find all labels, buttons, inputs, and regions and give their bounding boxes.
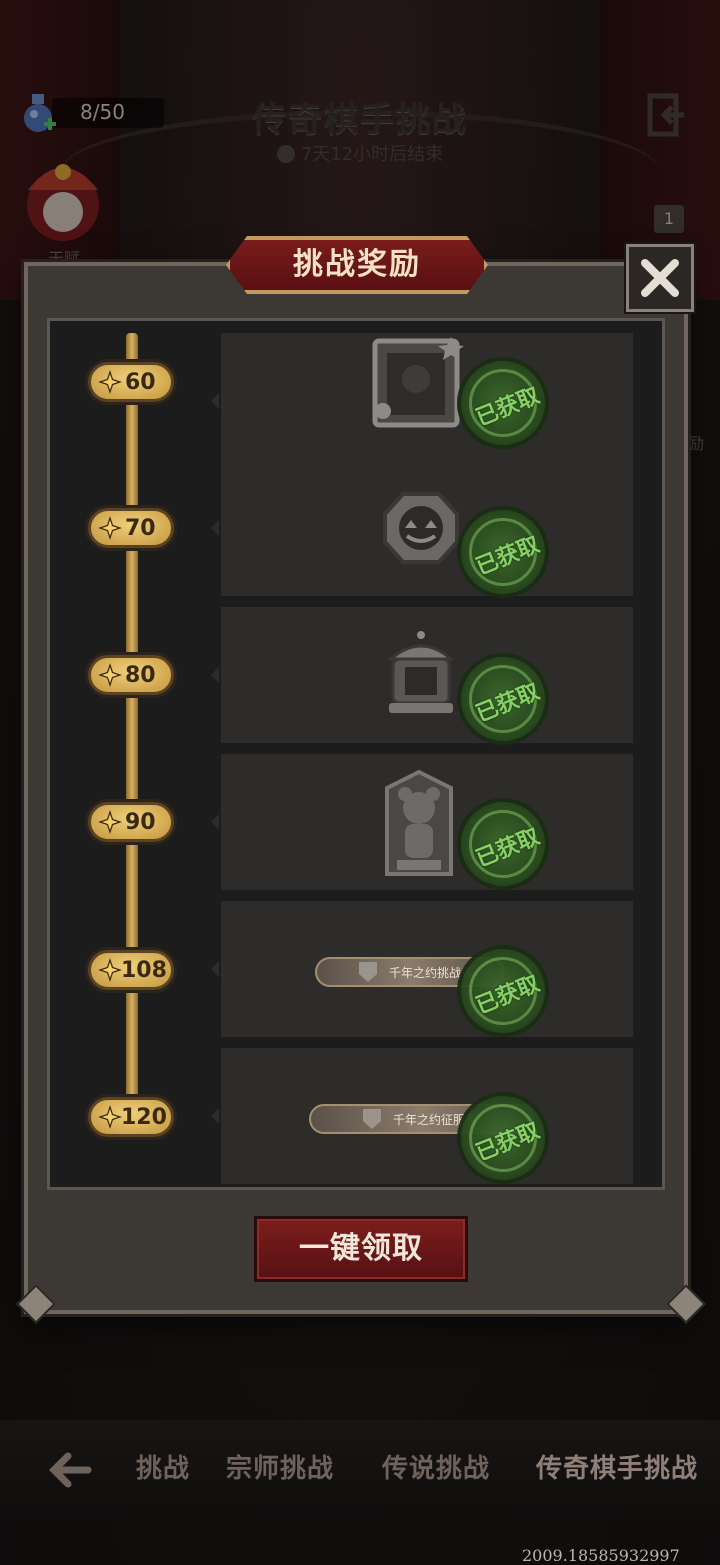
milestone-value: 90 [125, 810, 156, 835]
back-arrow-icon[interactable] [48, 1452, 92, 1488]
carousel-badge-icon [386, 631, 456, 713]
milestone-value: 70 [125, 516, 156, 541]
star-icon [98, 1105, 122, 1129]
shield-icon [359, 962, 377, 982]
milestone-value: 108 [121, 958, 167, 983]
tab-master-challenge[interactable]: 宗师挑战 [226, 1448, 334, 1485]
star-icon [98, 516, 122, 540]
milestone-value: 60 [125, 370, 156, 395]
tab-challenge[interactable]: 挑战 [136, 1448, 190, 1485]
reward-row[interactable]: 已获取 [211, 607, 633, 745]
tab-legend-challenge[interactable]: 传说挑战 [382, 1448, 490, 1485]
reward-row[interactable]: 千年之约征服者 已获取 [211, 1048, 633, 1184]
reward-row[interactable]: 千年之约挑战者 已获取 [211, 901, 633, 1037]
shield-icon [363, 1109, 381, 1129]
milestone-node: 80 [88, 655, 174, 695]
milestone-node: 60 [88, 362, 174, 402]
bear-statue-icon [385, 769, 453, 876]
reward-row[interactable]: 已获取 [211, 754, 633, 890]
star-icon [98, 958, 122, 982]
modal-title: 挑战奖励 [226, 236, 488, 294]
claimed-stamp: 已获取 [457, 506, 549, 598]
watermark: 2009.18585932997 [522, 1546, 680, 1565]
claimed-stamp: 已获取 [457, 1092, 549, 1184]
milestone-node: 90 [88, 802, 174, 842]
claimed-stamp: 已获取 [457, 798, 549, 890]
reward-row[interactable]: 已获取 [211, 333, 633, 469]
claimed-stamp: 已获取 [457, 357, 549, 449]
frame-icon [372, 337, 464, 428]
milestone-value: 120 [121, 1105, 167, 1130]
milestone-node: 70 [88, 508, 174, 548]
claimed-stamp: 已获取 [457, 653, 549, 745]
milestone-value: 80 [125, 663, 156, 688]
claim-all-button[interactable]: 一键领取 [254, 1216, 468, 1282]
tab-legendary-player-challenge[interactable]: 传奇棋手挑战 [536, 1448, 698, 1485]
star-icon [98, 810, 122, 834]
star-icon [98, 370, 122, 394]
close-button[interactable] [626, 244, 694, 312]
close-icon [641, 259, 679, 297]
claimed-stamp: 已获取 [457, 945, 549, 1037]
star-icon [98, 663, 122, 687]
reward-row[interactable]: 已获取 [211, 460, 633, 598]
milestone-node: 108 [88, 950, 174, 990]
milestone-node: 120 [88, 1097, 174, 1137]
pumpkin-badge-icon [383, 492, 459, 564]
